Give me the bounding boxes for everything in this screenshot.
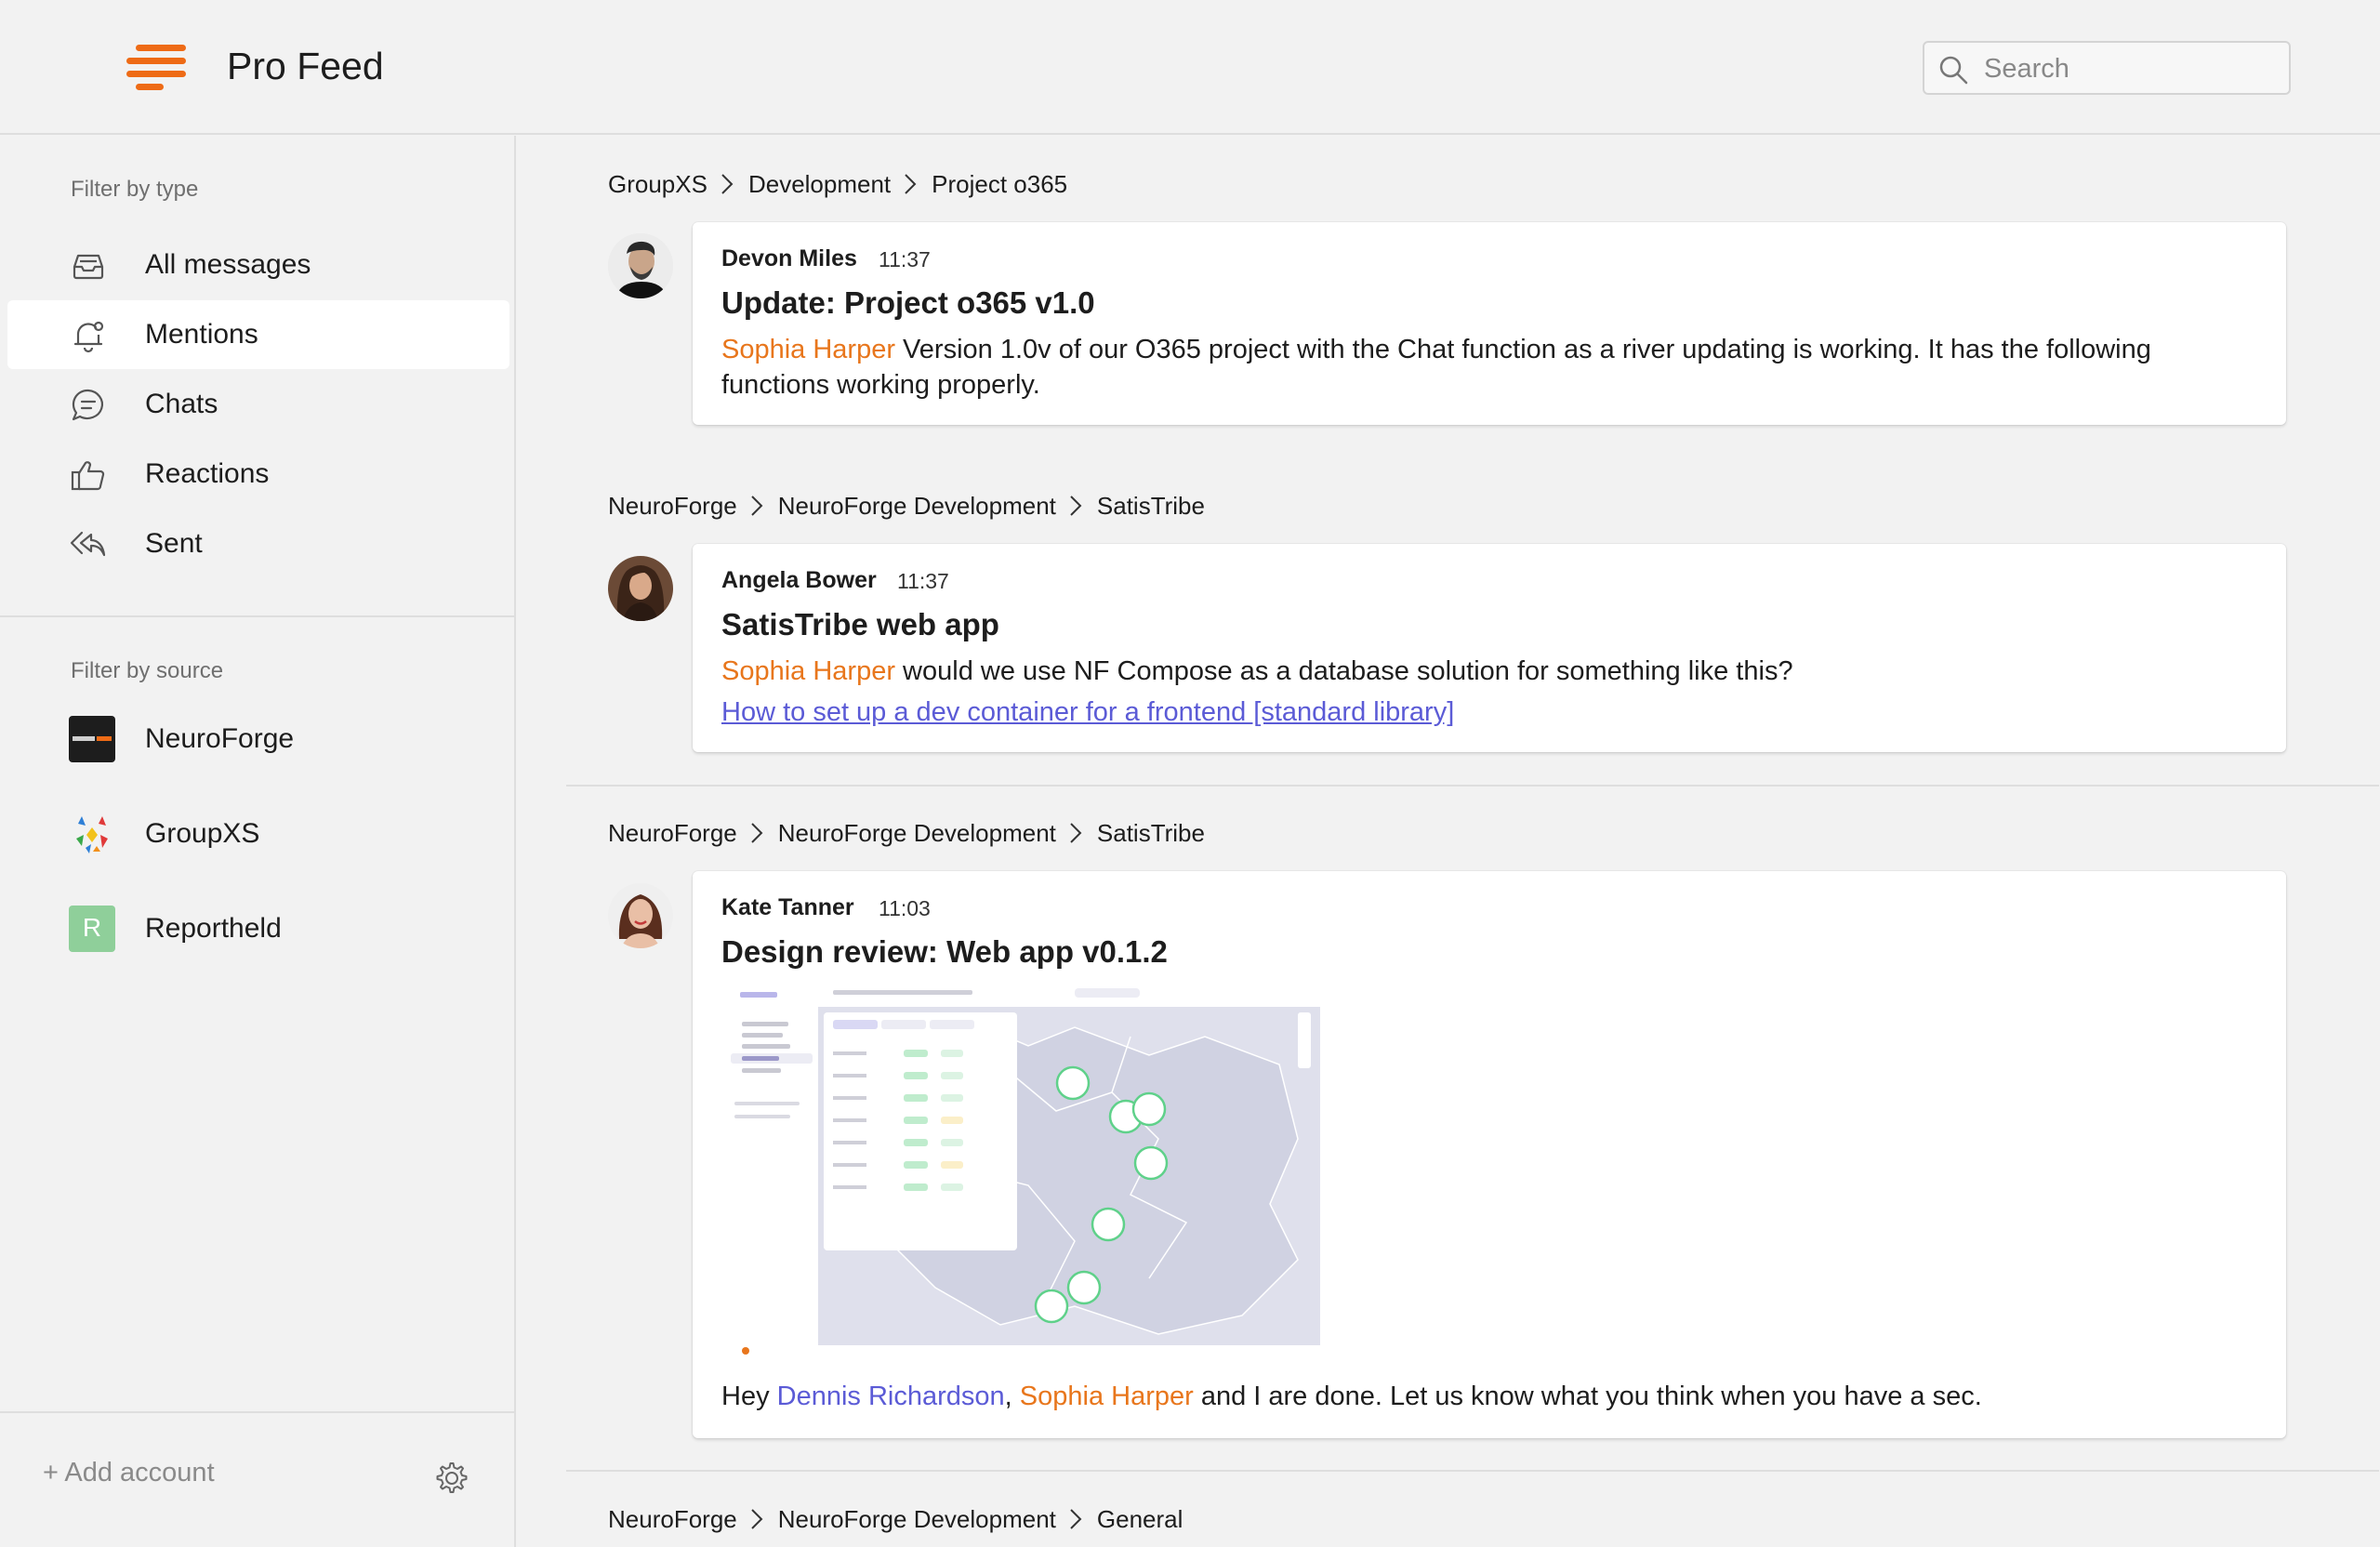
avatar[interactable]	[608, 883, 673, 948]
sidebar-item-label: Sent	[145, 528, 203, 559]
reply-icon	[70, 531, 106, 557]
breadcrumb-item[interactable]: NeuroForge Development	[778, 492, 1056, 521]
author-name[interactable]: Kate Tanner	[721, 894, 854, 921]
reportheld-logo: R	[69, 906, 115, 952]
add-account-button[interactable]: + Add account	[43, 1458, 215, 1488]
message-body: Sophia Harper Version 1.0v of our O365 p…	[721, 332, 2255, 403]
message-time: 11:03	[879, 896, 931, 920]
search-input[interactable]	[1984, 48, 2281, 89]
chevron-right-icon	[737, 1507, 778, 1531]
thumbs-up-icon	[71, 461, 105, 491]
breadcrumb-item[interactable]: NeuroForge	[608, 492, 737, 521]
breadcrumb: NeuroForge NeuroForge Development SatisT…	[608, 818, 1205, 848]
avatar[interactable]	[608, 233, 673, 298]
source-label: Reportheld	[145, 913, 282, 944]
chevron-right-icon	[1056, 821, 1097, 845]
sidebar-item-label: Mentions	[145, 319, 258, 350]
message-link[interactable]: How to set up a dev container for a fron…	[721, 697, 1454, 727]
sidebar-footer-divider	[0, 1411, 514, 1413]
message-title: Update: Project o365 v1.0	[721, 285, 1095, 320]
sidebar-item-label: Reactions	[145, 458, 270, 489]
sidebar-item-reactions[interactable]: Reactions	[7, 440, 509, 509]
sidebar-item-mentions[interactable]: Mentions	[7, 300, 509, 369]
source-item-reportheld[interactable]: R Reportheld	[0, 894, 514, 963]
author-name[interactable]: Angela Bower	[721, 567, 877, 594]
breadcrumb: GroupXS Development Project o365	[608, 169, 1067, 199]
source-item-groupxs[interactable]: GroupXS	[0, 800, 514, 868]
breadcrumb-item[interactable]: NeuroForge Development	[778, 819, 1056, 848]
avatar[interactable]	[608, 556, 673, 621]
breadcrumb-item[interactable]: GroupXS	[608, 170, 707, 199]
message-text: ,	[1004, 1382, 1020, 1411]
message-time: 11:37	[879, 247, 931, 271]
source-item-neuroforge[interactable]: NeuroForge	[0, 705, 514, 774]
message-text: and I are done. Let us know what you thi…	[1193, 1382, 1982, 1411]
breadcrumb-item[interactable]: NeuroForge	[608, 1505, 737, 1534]
mention[interactable]: Sophia Harper	[721, 335, 895, 364]
sidebar-item-sent[interactable]: Sent	[7, 509, 509, 578]
mention[interactable]: Sophia Harper	[721, 656, 895, 686]
app-title: Pro Feed	[227, 45, 384, 87]
chevron-right-icon	[1056, 1507, 1097, 1531]
chevron-right-icon	[737, 821, 778, 845]
sidebar-item-chats[interactable]: Chats	[7, 370, 509, 439]
message-feed: GroupXS Development Project o365 Devon M…	[518, 136, 2380, 1547]
source-label: NeuroForge	[145, 723, 295, 754]
message-link-row: How to set up a dev container for a fron…	[721, 694, 2255, 730]
chat-bubble-icon	[72, 389, 103, 421]
chevron-right-icon	[1056, 494, 1097, 518]
pro-feed-logo-icon	[126, 45, 186, 91]
breadcrumb-item[interactable]: SatisTribe	[1097, 492, 1205, 521]
filter-by-type-label: Filter by type	[71, 177, 199, 202]
breadcrumb-item[interactable]: SatisTribe	[1097, 819, 1205, 848]
reportheld-logo-letter: R	[82, 913, 102, 942]
breadcrumb-item[interactable]: General	[1097, 1505, 1183, 1534]
feed-divider	[566, 1470, 2379, 1472]
chevron-right-icon	[891, 172, 932, 196]
message-title: Design review: Web app v0.1.2	[721, 934, 1168, 969]
breadcrumb: NeuroForge NeuroForge Development Genera…	[608, 1504, 1183, 1534]
chevron-right-icon	[707, 172, 748, 196]
gear-icon[interactable]	[433, 1460, 470, 1497]
message-card[interactable]: Devon Miles 11:37 Update: Project o365 v…	[693, 222, 2286, 425]
neuroforge-logo	[69, 716, 115, 762]
sidebar-item-label: All messages	[145, 249, 311, 280]
attached-screenshot-image[interactable]	[721, 981, 1320, 1364]
breadcrumb-item[interactable]: NeuroForge	[608, 819, 737, 848]
message-text: Hey	[721, 1382, 777, 1411]
breadcrumb-item[interactable]: Project o365	[932, 170, 1067, 199]
message-body: Sophia Harper would we use NF Compose as…	[721, 654, 2255, 689]
message-text: Version 1.0v of our O365 project with th…	[721, 335, 2151, 400]
groupxs-logo	[69, 811, 115, 857]
sidebar-item-label: Chats	[145, 389, 218, 419]
source-label: GroupXS	[145, 818, 260, 849]
search-box[interactable]	[1923, 41, 2291, 95]
message-text: would we use NF Compose as a database so…	[895, 656, 1793, 686]
breadcrumb-item[interactable]: NeuroForge Development	[778, 1505, 1056, 1534]
feed-divider	[566, 785, 2379, 787]
mention[interactable]: Sophia Harper	[1020, 1382, 1194, 1411]
breadcrumb: NeuroForge NeuroForge Development SatisT…	[608, 491, 1205, 521]
search-icon	[1939, 56, 1968, 85]
message-card[interactable]: Angela Bower 11:37 SatisTribe web app So…	[693, 544, 2286, 752]
message-title: SatisTribe web app	[721, 607, 999, 641]
message-card[interactable]: Kate Tanner 11:03 Design review: Web app…	[693, 871, 2286, 1438]
breadcrumb-item[interactable]: Development	[748, 170, 891, 199]
bell-icon	[73, 321, 104, 353]
sidebar-divider	[0, 615, 514, 617]
author-name[interactable]: Devon Miles	[721, 245, 857, 272]
chevron-right-icon	[737, 494, 778, 518]
inbox-icon	[73, 254, 104, 280]
message-body: Hey Dennis Richardson, Sophia Harper and…	[721, 1379, 2255, 1414]
filter-by-source-label: Filter by source	[71, 658, 224, 683]
app-header: Pro Feed	[0, 0, 2380, 135]
sidebar: Filter by type All messages Mentions Cha…	[0, 136, 516, 1547]
message-time: 11:37	[897, 569, 949, 593]
sidebar-item-all-messages[interactable]: All messages	[7, 231, 509, 299]
mention[interactable]: Dennis Richardson	[777, 1382, 1005, 1411]
